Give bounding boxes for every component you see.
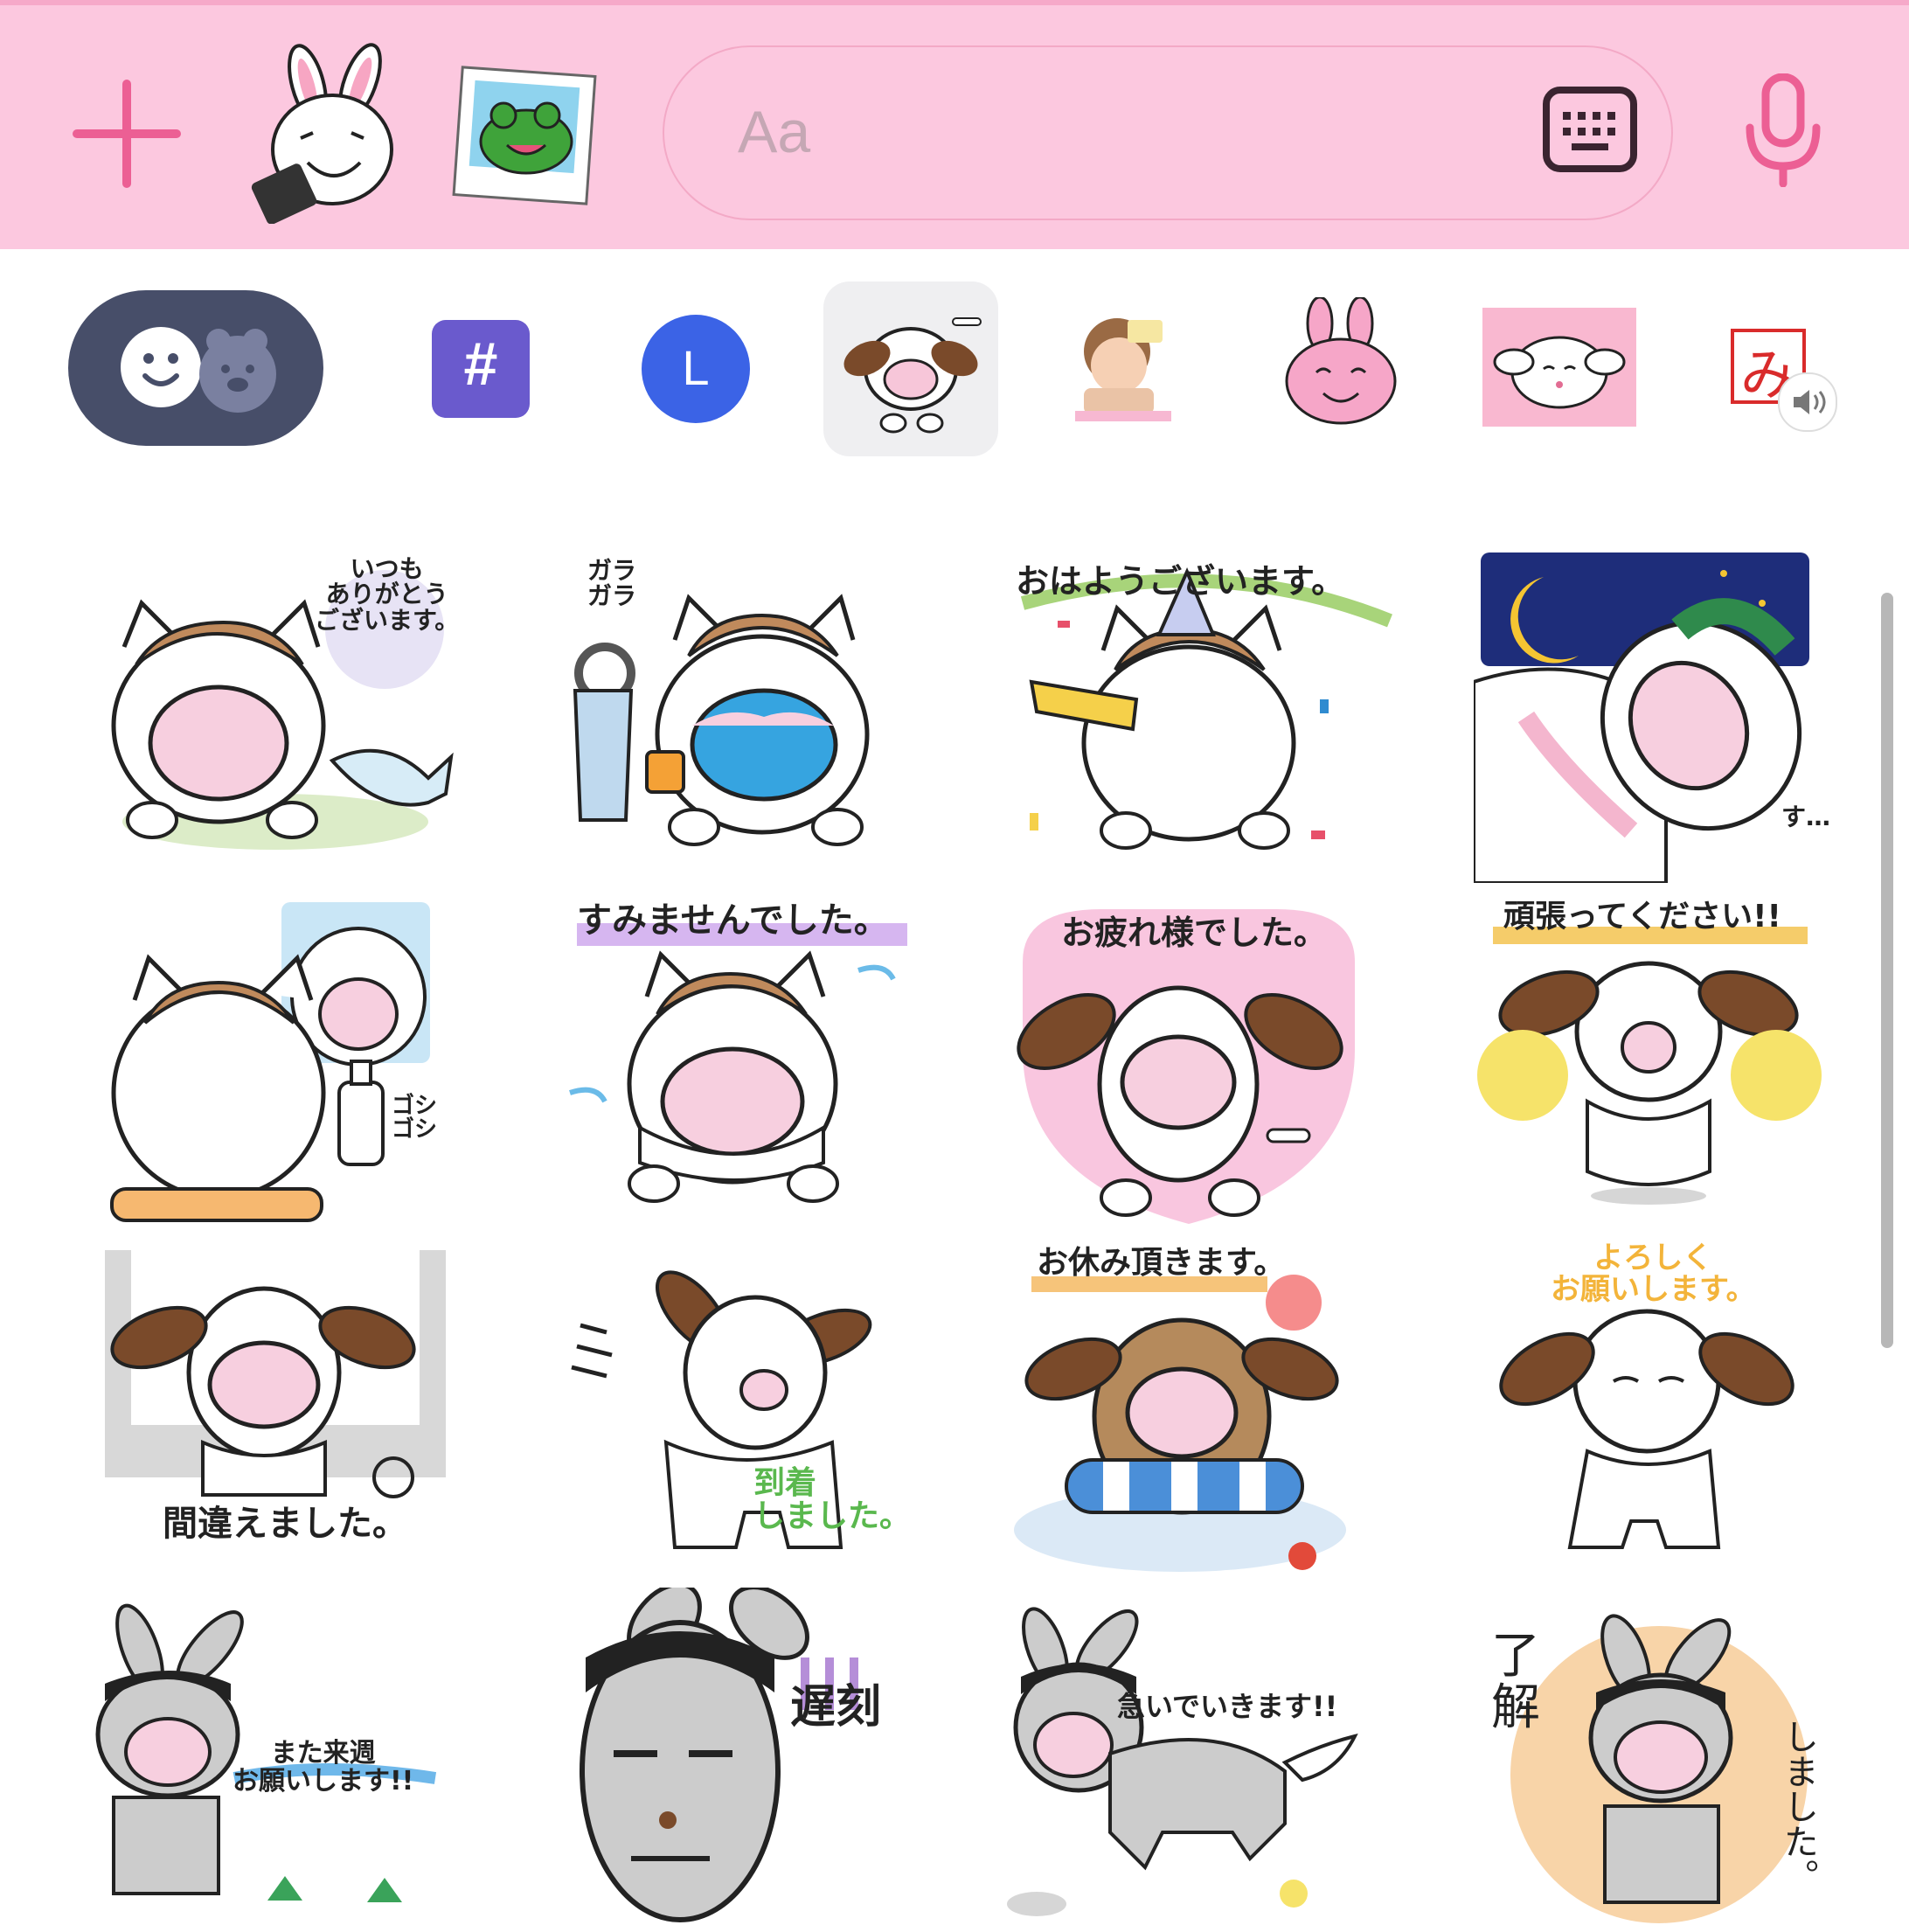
message-input[interactable]: Aa — [663, 45, 1673, 220]
sticker-caption: よろしく お願いします。 — [1551, 1241, 1756, 1307]
sticker-sub-caption: しました。 — [1778, 1719, 1818, 1894]
tab-dog-pack[interactable] — [823, 281, 998, 456]
hashtag-label: # — [463, 330, 498, 398]
sticker-caption: ゴシ ゴシ — [392, 1093, 438, 1143]
sticker-grid: いつも ありがとう ございます。 ガラ ガラ おはようございます。 す… ゴシ … — [0, 490, 1909, 1923]
tab-rabbit-pack[interactable] — [1266, 295, 1414, 428]
sticker-caption: また来週 お願いします!! — [233, 1738, 414, 1796]
sticker-otsukare[interactable]: お疲れ様でした。 — [1005, 892, 1442, 1233]
tab-stamp-pack[interactable]: み — [1729, 323, 1843, 437]
recent-sticker-rabbit[interactable] — [246, 40, 421, 225]
tab-emoji[interactable] — [68, 290, 323, 446]
sound-icon — [1778, 372, 1837, 432]
tab-pink-dog-pack[interactable] — [1482, 308, 1636, 427]
sticker-gargle[interactable]: ガラ ガラ — [535, 542, 972, 883]
tab-hashtag[interactable]: # — [432, 320, 530, 418]
grid-scrollbar[interactable] — [1881, 593, 1893, 1348]
sticker-caption: す… — [1781, 803, 1831, 831]
sticker-vacation[interactable]: お休み頂きます。 — [1005, 1241, 1442, 1582]
sticker-caption: お疲れ様でした。 — [1061, 914, 1328, 952]
sticker-ganbatte[interactable]: 頑張ってください!! — [1474, 892, 1909, 1233]
sticker-caption: 急いでいきます!! — [1117, 1690, 1338, 1723]
sticker-mistake[interactable]: 間違えました。 — [61, 1241, 498, 1582]
sticker-good-morning[interactable]: おはようございます。 — [1005, 542, 1442, 883]
sticker-caption: 了 解 — [1491, 1628, 1540, 1736]
sticker-caption: いつも ありがとう ございます。 — [315, 554, 460, 635]
sticker-good-night[interactable]: す… — [1472, 542, 1909, 885]
sticker-yoroshiku[interactable]: よろしく お願いします。 — [1474, 1241, 1909, 1582]
line-label: L — [682, 340, 710, 395]
sticker-caption: 頑張ってください!! — [1503, 899, 1781, 935]
recent-sticker-frog[interactable] — [446, 61, 603, 210]
keyboard-icon[interactable] — [1542, 86, 1638, 173]
sticker-thanks[interactable]: いつも ありがとう ございます。 — [61, 542, 498, 883]
sticker-caption: おはようございます。 — [1016, 562, 1345, 601]
sticker-caption: 間違えました。 — [163, 1504, 407, 1544]
sticker-caption: 到着 しました。 — [753, 1465, 912, 1534]
message-placeholder: Aa — [738, 99, 811, 165]
message-input-bar: Aa — [0, 0, 1909, 249]
tab-line[interactable]: L — [642, 315, 750, 423]
sticker-late[interactable]: 遅刻 — [535, 1582, 972, 1929]
microphone-icon[interactable] — [1739, 73, 1827, 188]
sticker-caption: すみませんでした。 — [577, 900, 889, 941]
sticker-hurry[interactable]: 急いでいきます!! — [1005, 1588, 1442, 1929]
tab-baby-pack[interactable] — [1066, 308, 1189, 430]
sticker-next-week[interactable]: また来週 お願いします!! — [61, 1588, 498, 1929]
sticker-roger[interactable]: 了 解 しました。 — [1474, 1588, 1909, 1929]
sticker-wash-hands[interactable]: ゴシ ゴシ — [61, 892, 498, 1233]
plus-icon[interactable] — [70, 77, 184, 191]
sticker-sorry[interactable]: すみませんでした。 — [535, 892, 972, 1233]
sticker-tab-strip: # L み — [0, 262, 1909, 472]
sticker-arrived[interactable]: 到着 しました。 — [535, 1241, 972, 1582]
sticker-caption: 遅刻 — [790, 1681, 882, 1734]
sticker-caption: お休み頂きます。 — [1037, 1245, 1286, 1281]
sticker-caption: ガラ ガラ — [587, 556, 637, 611]
